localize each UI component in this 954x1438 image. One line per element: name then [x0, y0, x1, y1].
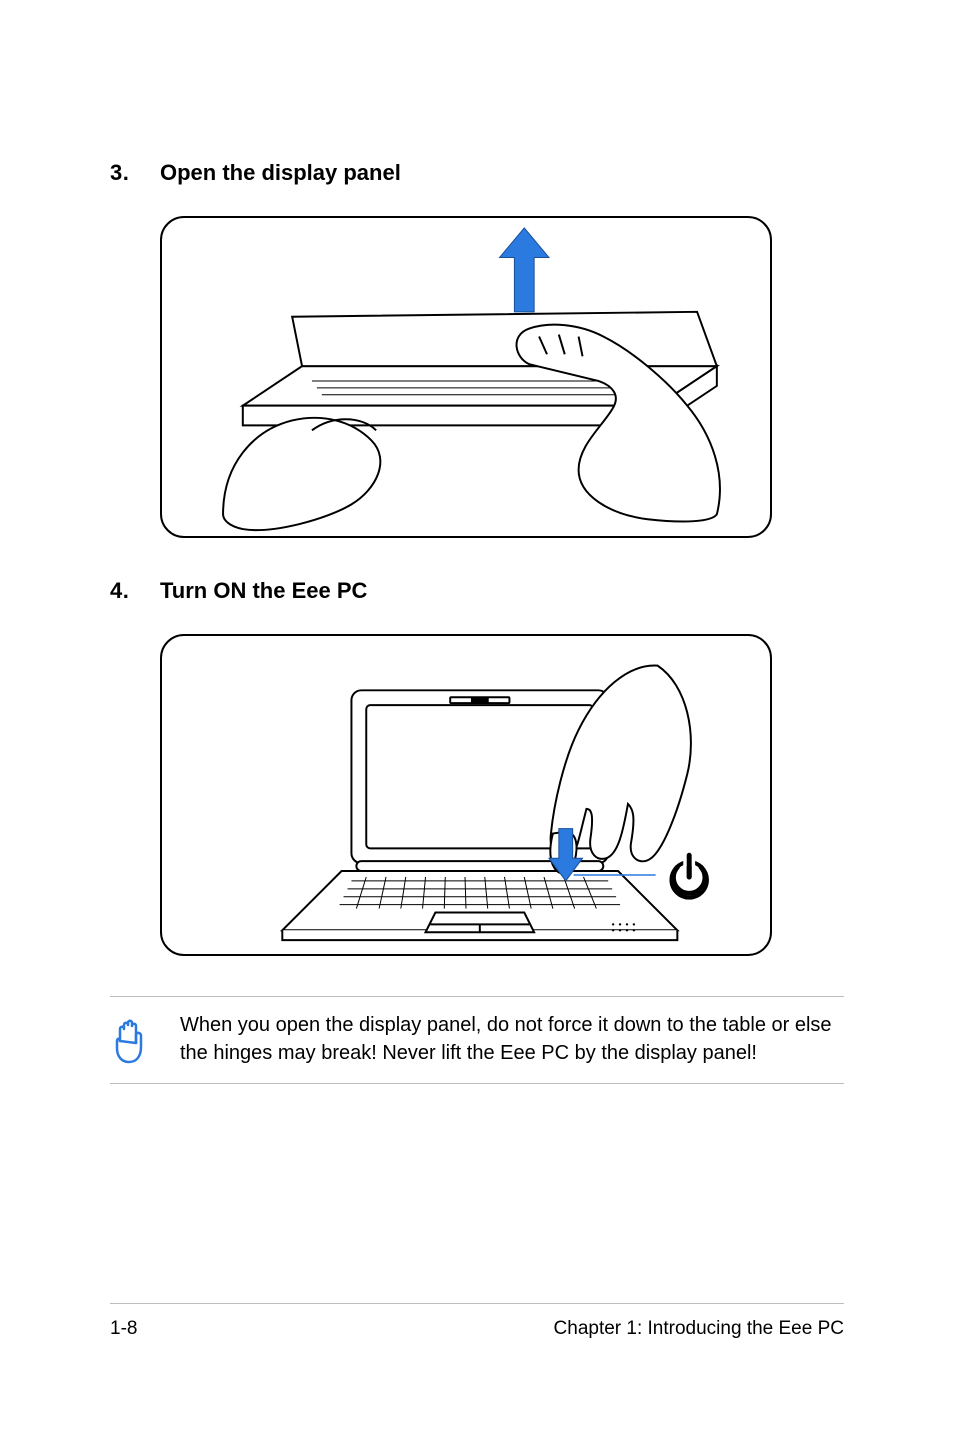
illustration-power-on	[162, 636, 770, 954]
step-4-heading: 4. Turn ON the Eee PC	[110, 578, 844, 604]
step-number: 3.	[110, 160, 160, 186]
step-3-heading: 3. Open the display panel	[110, 160, 844, 186]
caution-note-text: When you open the display panel, do not …	[180, 1011, 844, 1067]
figure-step-3	[160, 216, 844, 538]
arrow-up-icon	[500, 228, 549, 312]
figure-step-4	[160, 634, 844, 956]
step-title: Turn ON the Eee PC	[160, 578, 367, 604]
step-number: 4.	[110, 578, 160, 604]
caution-note: When you open the display panel, do not …	[110, 996, 844, 1084]
figure-frame	[160, 216, 772, 538]
caution-hand-icon	[110, 1011, 152, 1067]
step-title: Open the display panel	[160, 160, 401, 186]
page-number: 1-8	[110, 1318, 137, 1340]
figure-frame	[160, 634, 772, 956]
chapter-label: Chapter 1: Introducing the Eee PC	[554, 1318, 844, 1340]
page-container: 3. Open the display panel	[0, 0, 954, 1438]
page-footer: 1-8 Chapter 1: Introducing the Eee PC	[110, 1303, 844, 1340]
illustration-open-display	[162, 218, 770, 536]
power-icon	[671, 855, 707, 897]
